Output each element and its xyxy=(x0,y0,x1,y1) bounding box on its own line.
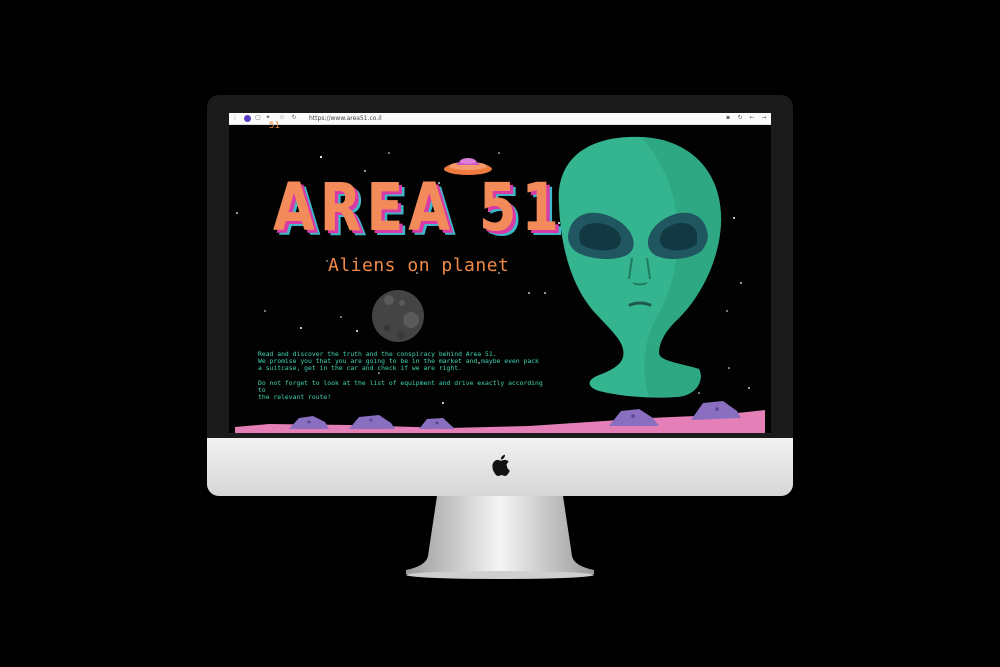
back-icon[interactable]: ← xyxy=(749,115,755,121)
back-icon[interactable]: ⋮ xyxy=(232,115,238,121)
reload-icon[interactable]: ↻ xyxy=(291,115,297,121)
moon-icon xyxy=(372,290,424,342)
star-icon[interactable]: ☆ xyxy=(279,115,285,121)
intro-line: a suitcase, get in the car and check if … xyxy=(258,364,462,373)
profile-avatar[interactable] xyxy=(244,115,251,122)
tab-icon[interactable]: ▢ xyxy=(255,115,261,121)
browser-toolbar: ⋮ ▢ ✦ ☆ ↻ https://www.area51.co.il ▪ ↻ ←… xyxy=(229,113,771,125)
lock-icon[interactable]: ▪ xyxy=(725,115,731,121)
hero-subtitle: Aliens on planet xyxy=(328,255,510,276)
address-bar-url[interactable]: https://www.area51.co.il xyxy=(309,115,382,122)
intro-line: the relevant route! xyxy=(258,393,332,402)
intro-text: Read and discover the truth and the cons… xyxy=(258,350,548,402)
reload-icon[interactable]: ↻ xyxy=(737,115,743,121)
alien-head-icon xyxy=(558,136,722,398)
intro-line: Do not forget to look at the list of equ… xyxy=(258,378,543,394)
hero-title: AREA 51 xyxy=(273,169,565,246)
page-number: 51 xyxy=(269,121,280,131)
forward-icon[interactable]: → xyxy=(761,115,767,121)
website-screen: ⋮ ▢ ✦ ☆ ↻ https://www.area51.co.il ▪ ↻ ←… xyxy=(229,113,771,433)
apple-logo-icon xyxy=(492,454,510,477)
ground xyxy=(235,401,765,433)
